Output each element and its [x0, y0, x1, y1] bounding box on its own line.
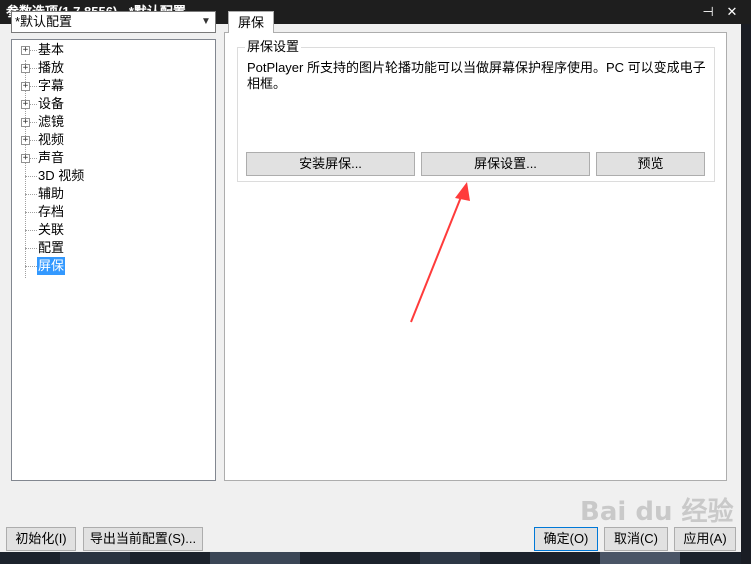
annotation-arrow: [410, 182, 470, 323]
tab-screensaver[interactable]: 屏保: [228, 11, 274, 33]
watermark-logo: Bai du 经验: [580, 497, 734, 527]
